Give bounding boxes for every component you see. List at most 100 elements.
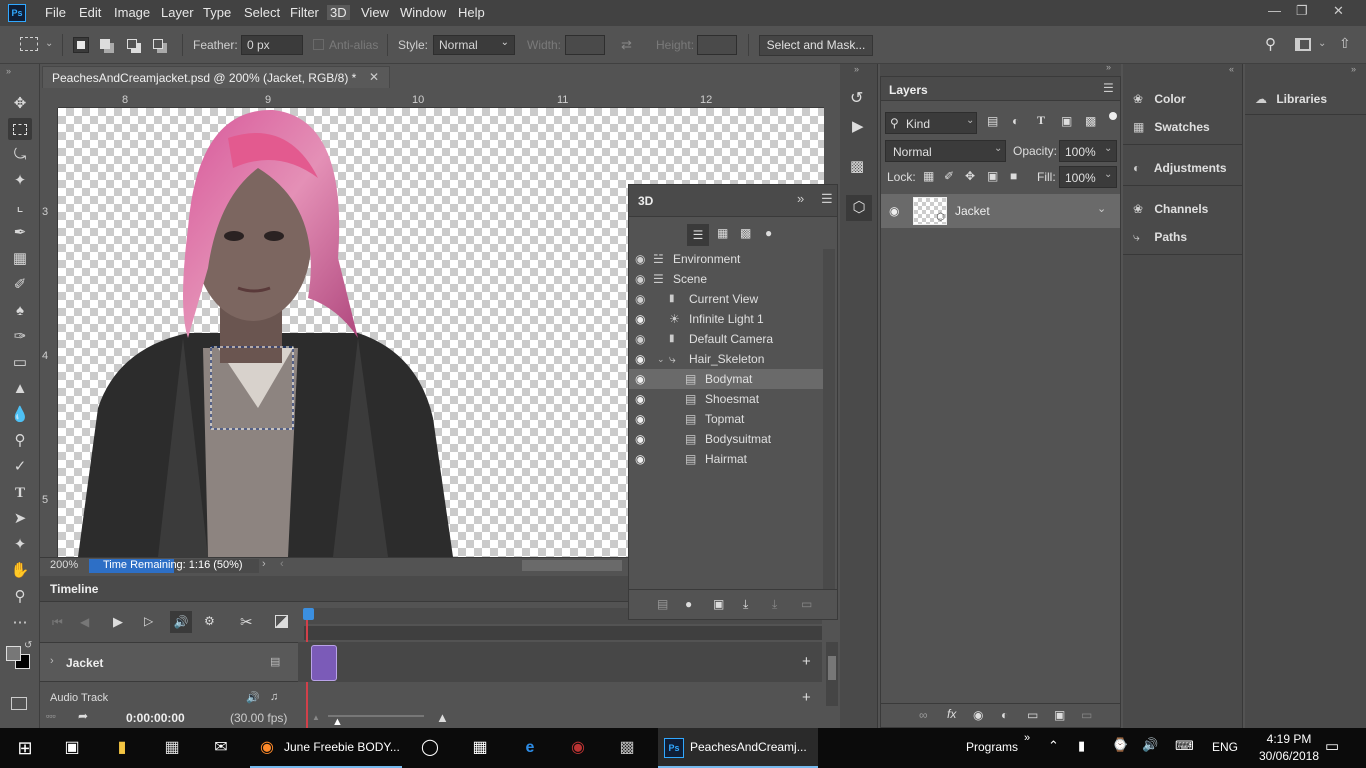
close-document-icon[interactable]: ✕: [369, 70, 379, 84]
zoom-tool-icon[interactable]: ⚲: [8, 586, 32, 608]
style-select[interactable]: Normal ⌄: [433, 35, 515, 55]
menu-type[interactable]: Type: [203, 5, 231, 20]
history-icon[interactable]: ↺: [850, 88, 863, 108]
shape-filter-icon[interactable]: ▣: [1061, 114, 1072, 128]
intersect-selection-icon[interactable]: [153, 39, 163, 49]
width-input[interactable]: [565, 35, 605, 55]
menu-edit[interactable]: Edit: [79, 5, 101, 20]
menu-view[interactable]: View: [361, 5, 389, 20]
tree-item-hairmat[interactable]: ◉ ▤ Hairmat: [629, 449, 823, 469]
select-and-mask-button[interactable]: Select and Mask...: [759, 35, 873, 56]
photoshop-taskbar-button[interactable]: Ps PeachesAndCreamj...: [658, 728, 818, 768]
timeline-scrollbar[interactable]: [826, 642, 838, 706]
layer-filter-select[interactable]: ⚲ Kind ⌄: [885, 112, 977, 134]
eye-icon[interactable]: ◉: [635, 249, 645, 269]
marquee-preset-icon[interactable]: [20, 37, 38, 51]
panel-menu-icon[interactable]: ☰: [1103, 81, 1114, 95]
tree-item-bodysuitmat[interactable]: ◉ ▤ Bodysuitmat: [629, 429, 823, 449]
tree-item-hair-skeleton[interactable]: ◉ ⌄ ⤷ Hair_Skeleton: [629, 349, 823, 369]
materials-icon[interactable]: ▩: [740, 226, 751, 240]
new-layer-icon[interactable]: ▣: [1054, 708, 1065, 722]
playhead-handle[interactable]: [303, 608, 314, 620]
volume-icon[interactable]: 🔊: [1142, 737, 1158, 753]
calendar-icon[interactable]: ▦: [467, 736, 493, 760]
clock-time[interactable]: 4:19 PM: [1258, 732, 1320, 746]
keyboard-icon[interactable]: ⌨: [1175, 738, 1194, 754]
brush-tool-icon[interactable]: ✐: [8, 274, 32, 296]
adjustments-panel-tab[interactable]: ◐ Adjustments: [1133, 161, 1227, 175]
subtract-selection-icon[interactable]: [127, 39, 137, 49]
menu-image[interactable]: Image: [114, 5, 150, 20]
show-hidden-icons-icon[interactable]: ⌃: [1048, 738, 1059, 754]
menu-file[interactable]: File: [45, 5, 66, 20]
type-filter-icon[interactable]: T: [1037, 113, 1045, 128]
add-media-icon[interactable]: +: [802, 653, 811, 670]
smart-object-filter-icon[interactable]: ▩: [1085, 114, 1096, 128]
antialias-checkbox[interactable]: [313, 39, 324, 50]
eye-icon[interactable]: ◉: [635, 449, 645, 469]
fill-input[interactable]: 100% ⌄: [1059, 166, 1117, 188]
foreground-color-swatch[interactable]: [6, 646, 21, 661]
zoom-slider-handle[interactable]: ▲: [332, 716, 343, 728]
first-frame-icon[interactable]: ⏮: [52, 615, 63, 630]
pen-tool-icon[interactable]: ✓: [8, 456, 32, 478]
lasso-tool-icon[interactable]: ⤿: [8, 144, 32, 166]
music-note-icon[interactable]: ♫: [270, 691, 278, 703]
move-tool-icon[interactable]: ✥: [8, 93, 32, 115]
notifications-icon[interactable]: ▭: [1325, 737, 1339, 755]
collapse-icon[interactable]: »: [1351, 64, 1356, 74]
clone-stamp-tool-icon[interactable]: ♠: [8, 300, 32, 322]
lights-icon[interactable]: ●: [765, 226, 772, 240]
layer-name[interactable]: Jacket: [955, 204, 990, 218]
tree-item-scene[interactable]: ◉ ☰ Scene: [629, 269, 823, 289]
next-frame-icon[interactable]: ▷: [144, 614, 153, 628]
filter-toggle-icon[interactable]: [1109, 112, 1117, 120]
blur-tool-icon[interactable]: 💧: [8, 404, 32, 426]
type-tool-icon[interactable]: T: [8, 482, 32, 504]
fx-icon[interactable]: fx: [947, 707, 956, 721]
eye-icon[interactable]: ◉: [635, 289, 645, 309]
frame-mode-icon[interactable]: ▫▫▫: [46, 711, 56, 721]
adjustment-filter-icon[interactable]: ◐: [1012, 114, 1019, 128]
zoom-in-icon[interactable]: ▲: [436, 710, 449, 725]
track-menu-icon[interactable]: ▤: [270, 655, 280, 668]
more-tools-icon[interactable]: ⋯: [8, 612, 32, 634]
collapse-icon[interactable]: »: [1106, 62, 1111, 72]
chevron-down-icon[interactable]: ⌄: [1318, 38, 1326, 49]
scroll-left-icon[interactable]: ‹: [280, 558, 284, 570]
tree-item-infinite-light[interactable]: ◉ ☀ Infinite Light 1: [629, 309, 823, 329]
tree-item-current-view[interactable]: ◉ ▮ Current View: [629, 289, 823, 309]
3d-panel-icon[interactable]: ⬡: [846, 195, 872, 221]
lock-artboard-icon[interactable]: ▣: [987, 169, 998, 183]
clock-date[interactable]: 30/06/2018: [1256, 749, 1322, 763]
menu-filter[interactable]: Filter: [290, 5, 319, 20]
minimize-icon[interactable]: —: [1268, 3, 1281, 18]
whole-scene-icon[interactable]: ☰: [687, 224, 709, 246]
dodge-tool-icon[interactable]: ⚲: [8, 430, 32, 452]
battery-icon[interactable]: ▮: [1078, 738, 1085, 754]
eye-icon[interactable]: ◉: [635, 329, 645, 349]
hand-tool-icon[interactable]: ✋: [8, 560, 32, 582]
layers-panel-title[interactable]: Layers: [889, 83, 928, 97]
snap-icon[interactable]: ⤓: [772, 597, 777, 612]
tree-item-shoesmat[interactable]: ◉ ▤ Shoesmat: [629, 389, 823, 409]
task-view-icon[interactable]: ▣: [59, 736, 85, 760]
swap-icon[interactable]: ⇄: [621, 37, 632, 53]
new-selection-icon[interactable]: [73, 37, 89, 53]
edge-icon[interactable]: e: [517, 736, 543, 760]
timeline-title[interactable]: Timeline: [50, 582, 98, 596]
history-brush-tool-icon[interactable]: ✑: [8, 326, 32, 348]
windows-start-icon[interactable]: ⊞: [12, 736, 38, 760]
close-icon[interactable]: ✕: [1333, 3, 1344, 19]
chevron-down-icon[interactable]: ⌄: [657, 349, 665, 369]
actions-icon[interactable]: ▶: [852, 117, 864, 135]
app-icon[interactable]: ◉: [565, 736, 591, 760]
video-clip[interactable]: [311, 645, 337, 681]
meshes-icon[interactable]: ▦: [717, 226, 728, 240]
path-selection-tool-icon[interactable]: ➤: [8, 508, 32, 530]
swap-colors-icon[interactable]: ↺: [24, 640, 32, 651]
paths-panel-tab[interactable]: ⤷ Paths: [1133, 230, 1187, 245]
color-panel-tab[interactable]: ❀ Color: [1133, 92, 1186, 106]
new-object-icon[interactable]: ▣: [713, 597, 724, 611]
tree-item-topmat[interactable]: ◉ ▤ Topmat: [629, 409, 823, 429]
